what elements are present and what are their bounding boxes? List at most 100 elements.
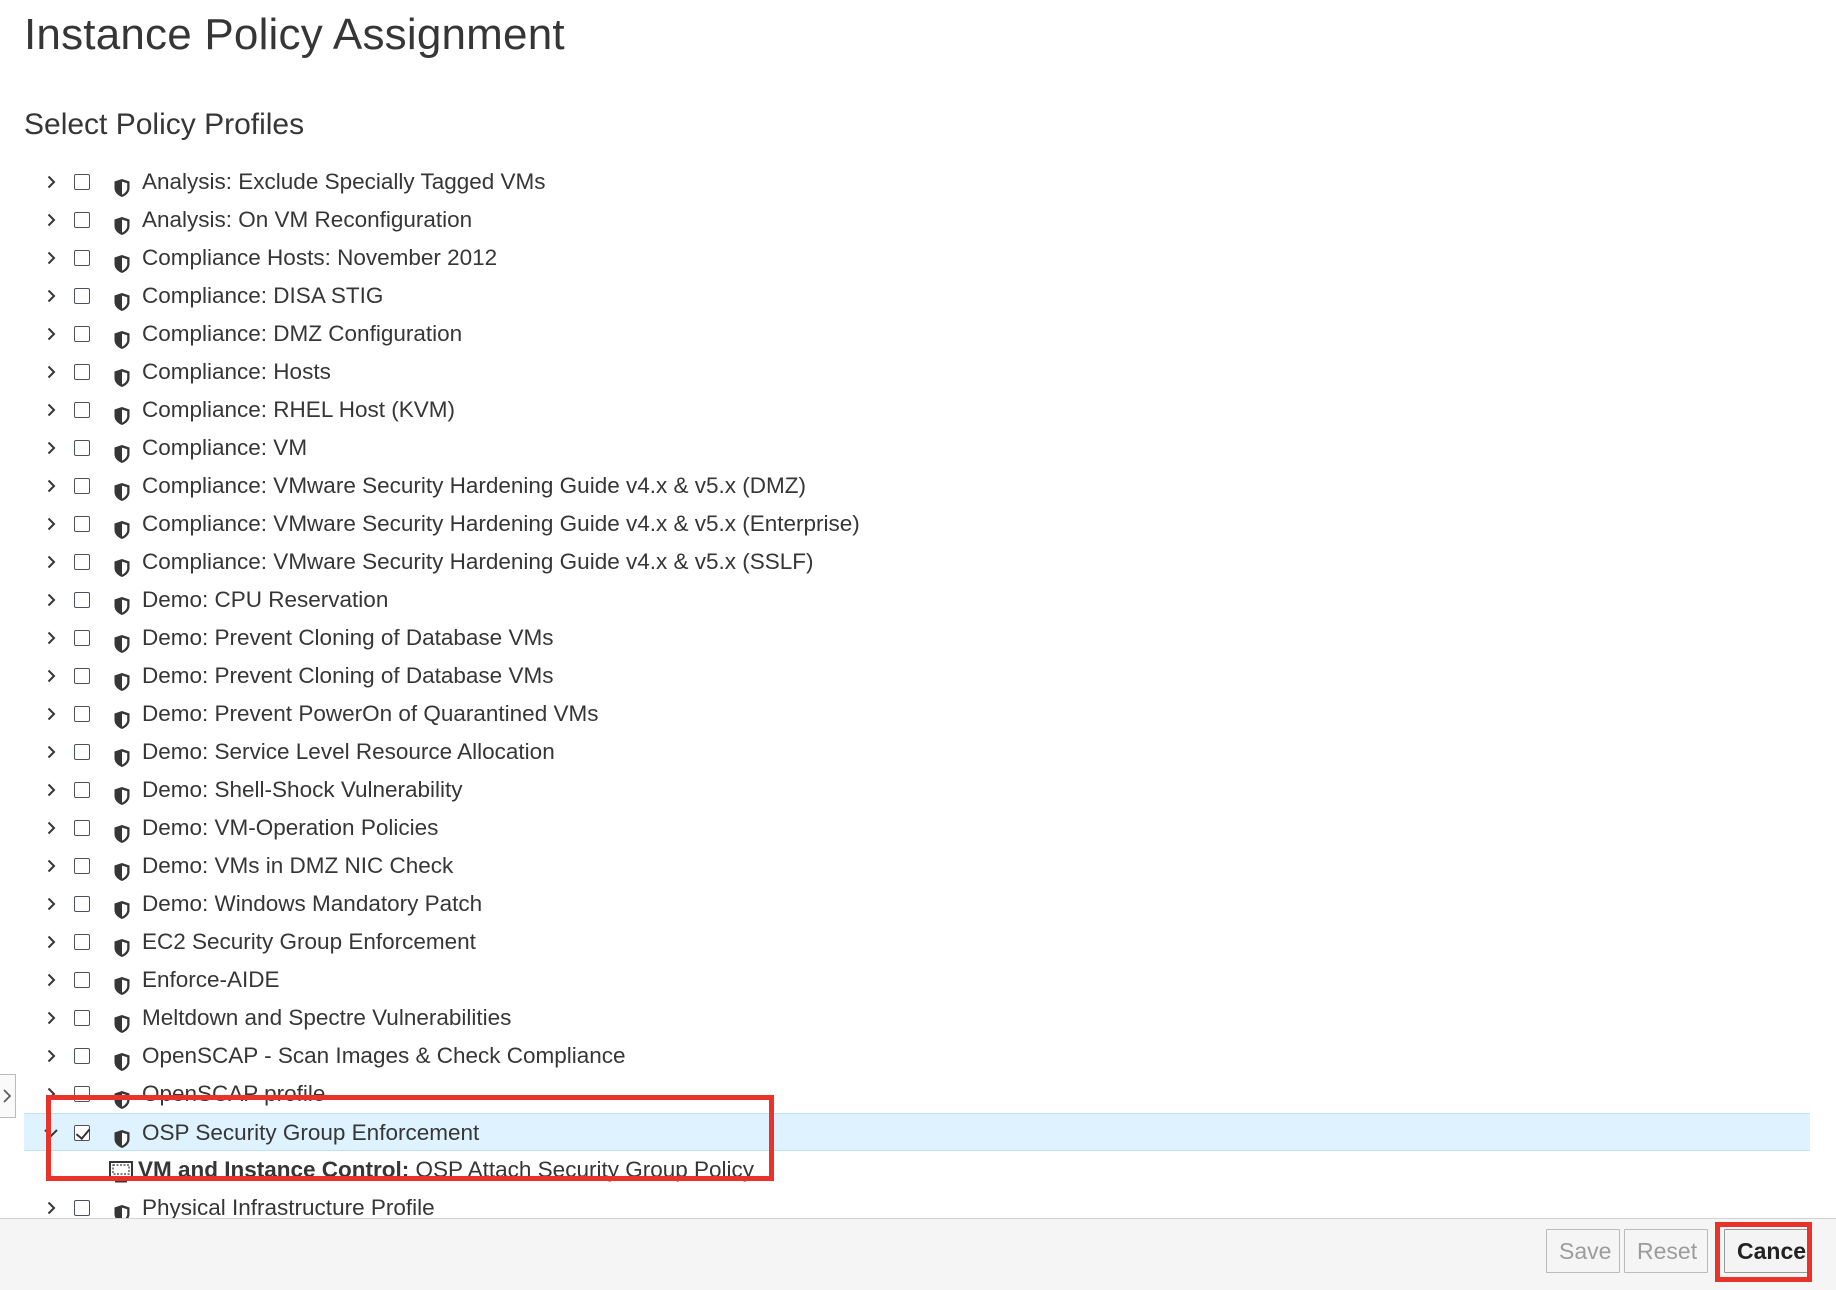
profile-row[interactable]: Enforce-AIDE — [24, 961, 1810, 999]
profile-label: Demo: Service Level Resource Allocation — [142, 739, 555, 764]
profile-checkbox[interactable] — [74, 934, 90, 950]
chevron-right-icon[interactable] — [43, 733, 59, 771]
profile-label: Demo: Windows Mandatory Patch — [142, 891, 483, 916]
profile-checkbox[interactable] — [74, 554, 90, 570]
sidebar-toggle[interactable] — [0, 1074, 16, 1118]
profile-checkbox[interactable] — [74, 1125, 90, 1141]
profile-row[interactable]: Compliance: Hosts — [24, 353, 1810, 391]
reset-button[interactable]: Reset — [1624, 1229, 1708, 1273]
profile-row[interactable]: Compliance: DISA STIG — [24, 277, 1810, 315]
policy-row[interactable]: VM and Instance Control: OSP Attach Secu… — [24, 1151, 1810, 1189]
profile-label: Compliance: DISA STIG — [142, 283, 384, 308]
shield-icon — [113, 780, 131, 805]
profile-checkbox[interactable] — [74, 478, 90, 494]
profile-checkbox[interactable] — [74, 1010, 90, 1026]
chevron-right-icon[interactable] — [43, 847, 59, 885]
chevron-right-icon[interactable] — [43, 505, 59, 543]
profile-checkbox[interactable] — [74, 516, 90, 532]
profile-row[interactable]: Compliance: RHEL Host (KVM) — [24, 391, 1810, 429]
save-button[interactable]: Save — [1546, 1229, 1620, 1273]
shield-icon — [113, 286, 131, 311]
profile-row[interactable]: Demo: CPU Reservation — [24, 581, 1810, 619]
profile-row-selected[interactable]: OSP Security Group Enforcement — [24, 1113, 1810, 1151]
profile-row[interactable]: Demo: VM-Operation Policies — [24, 809, 1810, 847]
shield-icon — [113, 1008, 131, 1033]
chevron-right-icon[interactable] — [43, 923, 59, 961]
chevron-right-icon[interactable] — [43, 391, 59, 429]
profile-checkbox[interactable] — [74, 1200, 90, 1216]
profile-checkbox[interactable] — [74, 630, 90, 646]
profile-row[interactable]: Analysis: On VM Reconfiguration — [24, 201, 1810, 239]
chevron-right-icon[interactable] — [43, 1037, 59, 1075]
chevron-down-icon[interactable] — [43, 1114, 59, 1152]
profile-row[interactable]: Compliance: DMZ Configuration — [24, 315, 1810, 353]
shield-icon — [113, 628, 131, 653]
profile-checkbox[interactable] — [74, 896, 90, 912]
chevron-right-icon[interactable] — [43, 277, 59, 315]
profile-checkbox[interactable] — [74, 858, 90, 874]
profile-label: Compliance: RHEL Host (KVM) — [142, 397, 456, 422]
chevron-right-icon[interactable] — [43, 771, 59, 809]
profile-checkbox[interactable] — [74, 1048, 90, 1064]
chevron-right-icon[interactable] — [43, 999, 59, 1037]
shield-icon — [113, 932, 131, 957]
page-title: Instance Policy Assignment — [24, 10, 565, 59]
shield-icon — [113, 514, 131, 539]
chevron-right-icon[interactable] — [43, 543, 59, 581]
profile-row[interactable]: Demo: Shell-Shock Vulnerability — [24, 771, 1810, 809]
chevron-right-icon[interactable] — [43, 619, 59, 657]
chevron-right-icon[interactable] — [43, 581, 59, 619]
chevron-right-icon[interactable] — [43, 467, 59, 505]
profile-row[interactable]: OpenSCAP profile — [24, 1075, 1810, 1113]
chevron-right-icon[interactable] — [43, 239, 59, 277]
profile-checkbox[interactable] — [74, 250, 90, 266]
chevron-right-icon[interactable] — [43, 315, 59, 353]
chevron-right-icon[interactable] — [43, 961, 59, 999]
chevron-right-icon[interactable] — [43, 201, 59, 239]
profile-checkbox[interactable] — [74, 174, 90, 190]
profile-row[interactable]: OpenSCAP - Scan Images & Check Complianc… — [24, 1037, 1810, 1075]
profile-row[interactable]: Compliance: VMware Security Hardening Gu… — [24, 505, 1810, 543]
profile-row[interactable]: Analysis: Exclude Specially Tagged VMs — [24, 163, 1810, 201]
profile-row[interactable]: Compliance: VMware Security Hardening Gu… — [24, 543, 1810, 581]
profile-checkbox[interactable] — [74, 972, 90, 988]
profile-row[interactable]: Compliance: VMware Security Hardening Gu… — [24, 467, 1810, 505]
profile-row[interactable]: Compliance Hosts: November 2012 — [24, 239, 1810, 277]
profile-label: Compliance: VMware Security Hardening Gu… — [142, 473, 806, 498]
profile-row[interactable]: Demo: Prevent Cloning of Database VMs — [24, 619, 1810, 657]
chevron-right-icon[interactable] — [43, 163, 59, 201]
chevron-right-icon[interactable] — [43, 809, 59, 847]
chevron-right-icon[interactable] — [43, 1075, 59, 1113]
profile-row[interactable]: Demo: Prevent PowerOn of Quarantined VMs — [24, 695, 1810, 733]
chevron-right-icon[interactable] — [43, 695, 59, 733]
profile-checkbox[interactable] — [74, 440, 90, 456]
chevron-right-icon[interactable] — [43, 885, 59, 923]
profile-checkbox[interactable] — [74, 288, 90, 304]
profile-checkbox[interactable] — [74, 668, 90, 684]
profile-row[interactable]: Demo: VMs in DMZ NIC Check — [24, 847, 1810, 885]
profile-row[interactable]: Demo: Windows Mandatory Patch — [24, 885, 1810, 923]
profile-checkbox[interactable] — [74, 744, 90, 760]
profile-checkbox[interactable] — [74, 1086, 90, 1102]
cancel-button[interactable]: Cancel — [1724, 1229, 1812, 1273]
profile-checkbox[interactable] — [74, 706, 90, 722]
profile-checkbox[interactable] — [74, 782, 90, 798]
profile-row[interactable]: Meltdown and Spectre Vulnerabilities — [24, 999, 1810, 1037]
profile-row[interactable]: Demo: Prevent Cloning of Database VMs — [24, 657, 1810, 695]
profile-checkbox[interactable] — [74, 212, 90, 228]
profile-list: Analysis: Exclude Specially Tagged VMs An… — [24, 163, 1810, 1113]
profile-checkbox[interactable] — [74, 820, 90, 836]
chevron-right-icon[interactable] — [43, 429, 59, 467]
profile-row[interactable]: Compliance: VM — [24, 429, 1810, 467]
chevron-right-icon[interactable] — [43, 353, 59, 391]
profile-label: Demo: VM-Operation Policies — [142, 815, 439, 840]
shield-icon — [113, 248, 131, 273]
profile-row[interactable]: Demo: Service Level Resource Allocation — [24, 733, 1810, 771]
profile-checkbox[interactable] — [74, 592, 90, 608]
profile-checkbox[interactable] — [74, 326, 90, 342]
chevron-right-icon[interactable] — [43, 657, 59, 695]
profile-row[interactable]: EC2 Security Group Enforcement — [24, 923, 1810, 961]
profile-checkbox[interactable] — [74, 402, 90, 418]
profile-checkbox[interactable] — [74, 364, 90, 380]
footer-toolbar: Save Reset Cancel — [0, 1218, 1836, 1290]
